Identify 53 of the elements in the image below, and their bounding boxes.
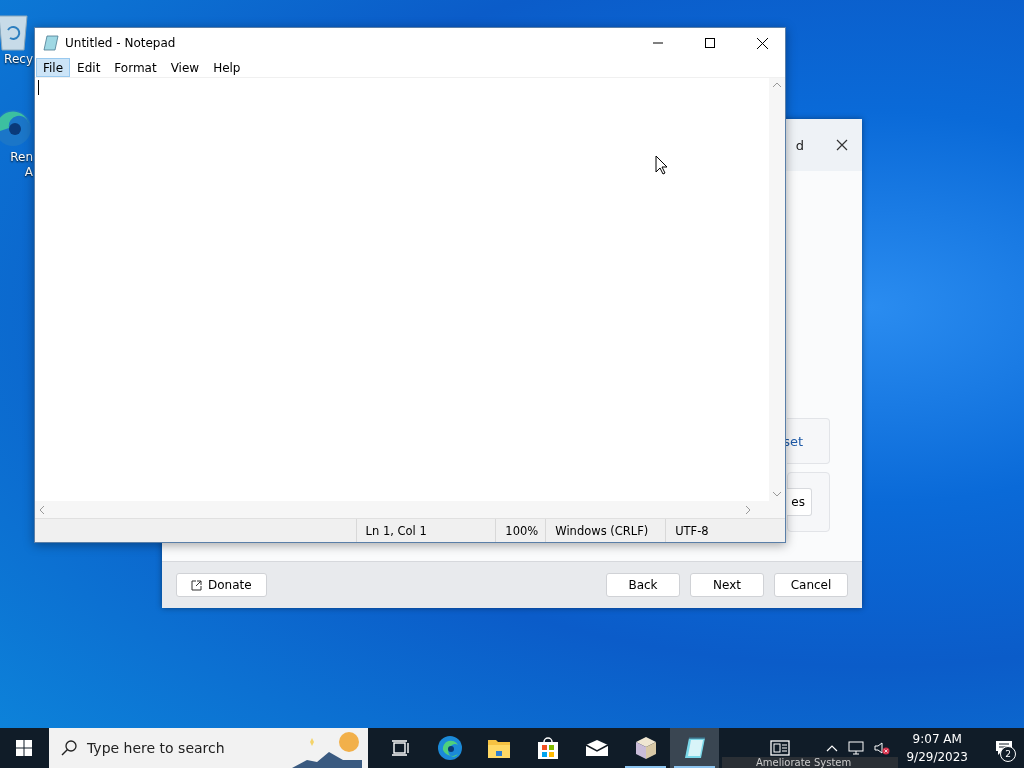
dialog-button[interactable]: Cancel [774, 573, 848, 597]
notification-button[interactable]: 2 [984, 728, 1024, 768]
menu-item[interactable]: Format [107, 58, 164, 77]
notepad-icon [682, 736, 707, 760]
menu-item[interactable]: File [36, 58, 71, 77]
folder-icon [486, 737, 511, 759]
window-title: Untitled - Notepad [65, 36, 177, 50]
status-text: Ln 1, Col 1 [355, 519, 496, 542]
menu-item[interactable]: Edit [70, 58, 108, 77]
scroll-left-icon[interactable] [39, 505, 44, 514]
close-icon [756, 37, 768, 49]
volume-muted-icon[interactable] [874, 741, 891, 755]
menu-item[interactable]: View [163, 58, 207, 77]
close-icon[interactable] [836, 139, 848, 151]
icon-label: Recy [4, 52, 33, 67]
taskbar-app[interactable] [670, 728, 719, 768]
box-icon [633, 736, 658, 760]
dialog-button[interactable]: Back [606, 573, 680, 597]
clock[interactable]: 9:07 AM 9/29/2023 [900, 730, 974, 766]
news-icon[interactable] [770, 740, 793, 756]
menu-item[interactable]: Help [206, 58, 248, 77]
network-icon[interactable] [848, 741, 865, 755]
vertical-scrollbar[interactable] [769, 78, 785, 501]
popup-text: Ameliorate System [756, 757, 852, 768]
search-field[interactable]: Type here to search [49, 728, 368, 768]
dialog-button[interactable]: Next [690, 573, 764, 597]
search-icon [61, 740, 77, 756]
task-view-icon [391, 740, 410, 756]
icon-label: A [24, 165, 33, 180]
store-icon [536, 736, 559, 760]
option-button[interactable]: es [787, 488, 812, 516]
icon-label: Ren [10, 150, 33, 165]
edge-icon [436, 735, 463, 761]
text-cursor [38, 80, 39, 95]
mail-icon [584, 739, 609, 757]
clock-time: 9:07 AM [912, 731, 962, 748]
status-text: 100% [495, 519, 546, 542]
horizontal-scrollbar[interactable] [35, 501, 769, 518]
windows-logo-icon [16, 740, 32, 756]
donate-button[interactable]: Donate [176, 573, 267, 597]
scroll-up-icon[interactable] [773, 82, 781, 87]
notification-count: 2 [1000, 746, 1016, 762]
status-text: UTF-8 [665, 519, 785, 542]
clock-date: 9/29/2023 [906, 749, 968, 766]
notepad-icon [43, 35, 59, 51]
chevron-up-icon[interactable] [826, 744, 839, 752]
maximize-icon [705, 38, 715, 48]
external-link-icon [191, 579, 202, 591]
status-text: Windows (CRLF) [545, 519, 666, 542]
scroll-down-icon[interactable] [773, 492, 781, 497]
dialog-title: d [795, 137, 804, 153]
mouse-pointer-icon [655, 155, 668, 175]
scroll-right-icon[interactable] [746, 505, 751, 514]
